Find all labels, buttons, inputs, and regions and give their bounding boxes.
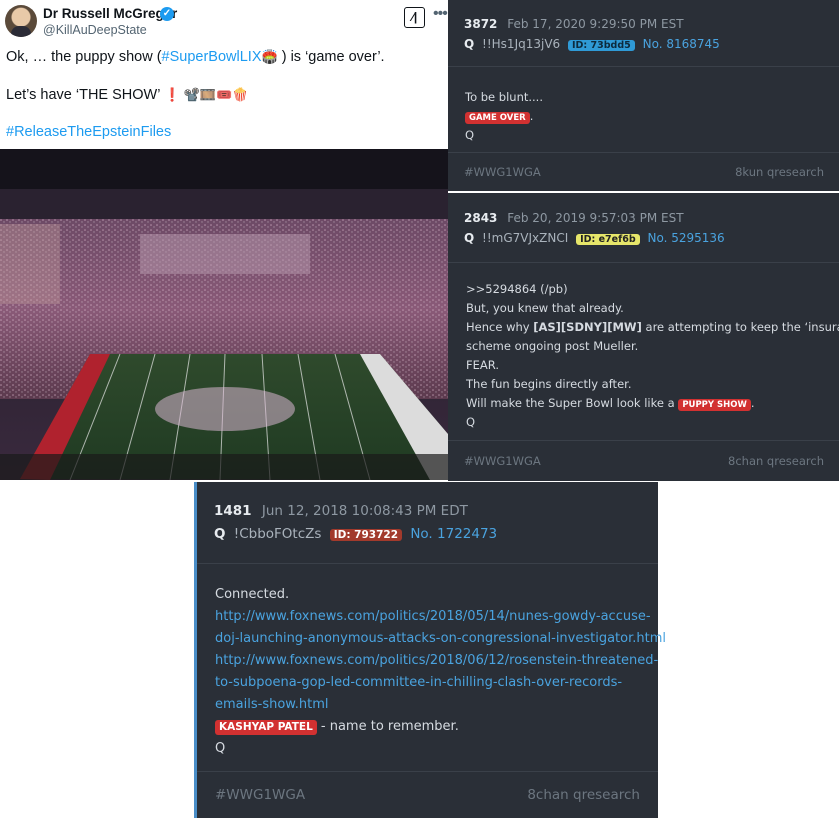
foxnews-link-1[interactable]: http://www.foxnews.com/politics/2018/05/… bbox=[215, 606, 666, 628]
tweet-text-line-1: Ok, … the puppy show (#SuperBowlLIX🏟️ ) … bbox=[6, 49, 385, 65]
tweet-card: Dr Russell McGregor ✓ @KillAuDeepState ⁄… bbox=[0, 0, 448, 480]
stadium-emoji: 🏟️ bbox=[261, 49, 278, 64]
tweet-text: Let’s have ‘THE SHOW’ bbox=[6, 87, 164, 103]
post-signature: Q bbox=[466, 415, 476, 429]
post-date: Feb 17, 2020 9:29:50 PM EST bbox=[507, 17, 684, 31]
post-number-link[interactable]: No. 1722473 bbox=[410, 526, 497, 542]
kashyap-patel-tag: KASHYAP PATEL bbox=[215, 720, 317, 735]
avatar[interactable] bbox=[5, 5, 37, 37]
post-line: . bbox=[529, 109, 534, 123]
tripcode: !!Hs1Jq13jV6 bbox=[482, 37, 561, 51]
post-line: Will make the Super Bowl look like a bbox=[466, 396, 679, 410]
foxnews-link-2-end[interactable]: emails-show.html bbox=[215, 694, 666, 716]
post-signature: Q bbox=[215, 741, 226, 756]
show-emojis: ❗ 📽️🎞️🎟️🍿 bbox=[163, 87, 249, 102]
tweet-text: ) is ‘game over’. bbox=[277, 49, 385, 65]
post-number-link[interactable]: No. 5295136 bbox=[647, 231, 724, 245]
post-footer: #WWG1WGA 8chan qresearch bbox=[197, 771, 658, 818]
post-body: To be blunt.... GAME OVER. Q bbox=[465, 88, 543, 145]
puppy-show-tag: PUPPY SHOW bbox=[678, 399, 751, 411]
post-line: But, you knew that already. bbox=[466, 301, 624, 315]
post-number: 2843 bbox=[464, 211, 498, 225]
post-header: 1481 Jun 12, 2018 10:08:43 PM EDT Q !Cbb… bbox=[197, 482, 658, 564]
post-footer: #WWG1WGA 8chan qresearch bbox=[448, 440, 839, 481]
author-handle[interactable]: @KillAuDeepState bbox=[43, 23, 147, 37]
poster-id-badge[interactable]: ID: 793722 bbox=[329, 529, 403, 541]
footer-hashtag[interactable]: #WWG1WGA bbox=[464, 165, 541, 179]
superbowl-hashtag-link[interactable]: #SuperBowlLIX bbox=[162, 49, 262, 65]
poster-name: Q bbox=[464, 231, 475, 245]
foxnews-link-1-cont[interactable]: doj-launching-anonymous-attacks-on-congr… bbox=[215, 628, 666, 650]
verified-badge-icon: ✓ bbox=[160, 7, 174, 21]
tweet-text-line-3: #ReleaseTheEpsteinFiles bbox=[6, 124, 171, 140]
post-line: . bbox=[750, 396, 755, 410]
q-post-2843: 2843 Feb 20, 2019 9:57:03 PM EST Q !!mG7… bbox=[448, 193, 839, 481]
footer-hashtag[interactable]: #WWG1WGA bbox=[215, 787, 305, 803]
q-post-3872: 3872 Feb 17, 2020 9:29:50 PM EST Q !!Hs1… bbox=[448, 0, 839, 191]
poster-id-badge[interactable]: ID: 73bdd5 bbox=[568, 40, 635, 51]
foxnews-link-2[interactable]: http://www.foxnews.com/politics/2018/06/… bbox=[215, 650, 666, 672]
tripcode: !CbboFOtcZs bbox=[233, 526, 322, 542]
post-date: Jun 12, 2018 10:08:43 PM EDT bbox=[261, 503, 468, 519]
poster-name: Q bbox=[214, 526, 226, 542]
poster-id-badge[interactable]: ID: e7ef6b bbox=[576, 234, 640, 245]
post-line: Hence why bbox=[466, 320, 534, 334]
footer-hashtag[interactable]: #WWG1WGA bbox=[464, 454, 541, 468]
post-signature: Q bbox=[465, 128, 475, 142]
post-body: Connected. http://www.foxnews.com/politi… bbox=[215, 584, 666, 760]
post-line: To be blunt.... bbox=[465, 90, 543, 104]
stadium-photo-drawing bbox=[0, 149, 448, 480]
more-options-icon[interactable]: ••• bbox=[433, 5, 448, 23]
post-date: Feb 20, 2019 9:57:03 PM EST bbox=[507, 211, 684, 225]
stadium-photo[interactable] bbox=[0, 149, 448, 480]
epstein-hashtag-link[interactable]: #ReleaseTheEpsteinFiles bbox=[6, 124, 171, 140]
post-line: scheme ongoing post Mueller. bbox=[466, 339, 639, 353]
post-line: FEAR. bbox=[466, 358, 499, 372]
tweet-text-line-2: Let’s have ‘THE SHOW’ ❗ 📽️🎞️🎟️🍿 bbox=[6, 87, 248, 103]
q-post-1481: 1481 Jun 12, 2018 10:08:43 PM EDT Q !Cbb… bbox=[194, 482, 666, 818]
poster-name: Q bbox=[464, 37, 475, 51]
post-header: 3872 Feb 17, 2020 9:29:50 PM EST Q !!Hs1… bbox=[448, 0, 839, 67]
author-name[interactable]: Dr Russell McGregor bbox=[43, 6, 177, 21]
footer-source: 8kun qresearch bbox=[735, 165, 824, 179]
game-over-tag: GAME OVER bbox=[465, 112, 530, 124]
post-number: 1481 bbox=[214, 503, 252, 519]
post-number-link[interactable]: No. 8168745 bbox=[643, 37, 720, 51]
post-header: 2843 Feb 20, 2019 9:57:03 PM EST Q !!mG7… bbox=[448, 193, 839, 263]
tweet-header: Dr Russell McGregor ✓ @KillAuDeepState ⁄… bbox=[0, 0, 448, 42]
post-line: The fun begins directly after. bbox=[466, 377, 632, 391]
foxnews-link-2-cont[interactable]: to-subpoena-gop-led-committee-in-chillin… bbox=[215, 672, 666, 694]
post-number: 3872 bbox=[464, 17, 498, 31]
reply-link[interactable]: >>5294864 (/pb) bbox=[466, 280, 839, 299]
post-line: are attempting to keep the ‘insurance’ bbox=[645, 320, 839, 334]
post-line: Connected. bbox=[215, 587, 290, 602]
bold-text: [AS][SDNY][MW] bbox=[533, 320, 642, 334]
tripcode: !!mG7VJxZNCI bbox=[482, 231, 569, 245]
post-body: >>5294864 (/pb) But, you knew that alrea… bbox=[466, 280, 839, 432]
post-line: - name to remember. bbox=[316, 719, 459, 734]
grok-icon[interactable]: ⁄| bbox=[404, 7, 425, 28]
post-footer: #WWG1WGA 8kun qresearch bbox=[448, 152, 839, 191]
footer-source: 8chan qresearch bbox=[527, 787, 640, 803]
tweet-text: Ok, … the puppy show ( bbox=[6, 49, 162, 65]
footer-source: 8chan qresearch bbox=[728, 454, 824, 468]
